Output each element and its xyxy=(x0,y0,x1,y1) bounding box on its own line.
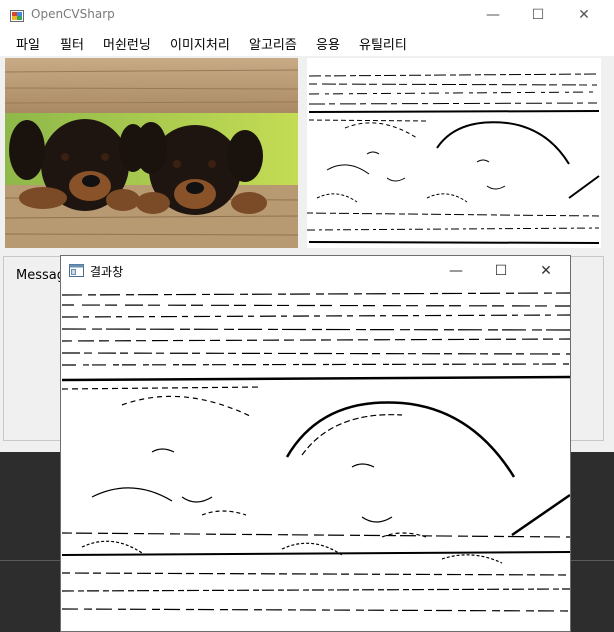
edge-picture xyxy=(307,58,601,248)
edge-detection-icon xyxy=(307,73,600,244)
close-icon: ✕ xyxy=(578,7,590,23)
app-icon xyxy=(10,10,24,22)
window-title: OpenCVSharp xyxy=(31,7,115,21)
menu-machine-learning[interactable]: 머쉰런닝 xyxy=(103,34,151,53)
main-titlebar[interactable]: OpenCVSharp — ☐ ✕ xyxy=(0,0,614,30)
result-window: 결과창 — ☐ ✕ xyxy=(60,255,571,632)
menu-algorithm[interactable]: 알고리즘 xyxy=(249,34,297,53)
result-minimize-button[interactable]: — xyxy=(433,256,479,286)
close-icon: ✕ xyxy=(540,263,552,279)
result-window-icon xyxy=(69,264,84,277)
result-close-button[interactable]: ✕ xyxy=(523,256,569,286)
maximize-icon: ☐ xyxy=(494,263,508,279)
menu-filter[interactable]: 필터 xyxy=(60,34,84,53)
minimize-button[interactable]: — xyxy=(470,0,516,30)
result-image xyxy=(62,287,570,630)
result-maximize-button[interactable]: ☐ xyxy=(478,256,524,286)
menu-file[interactable]: 파일 xyxy=(16,34,40,53)
close-button[interactable]: ✕ xyxy=(561,0,607,30)
menu-application[interactable]: 응용 xyxy=(316,34,340,53)
edge-result-icon xyxy=(62,292,570,612)
maximize-button[interactable]: ☐ xyxy=(515,0,561,30)
menu-utility[interactable]: 유틸리티 xyxy=(359,34,407,53)
result-window-title: 결과창 xyxy=(90,265,124,279)
source-picture xyxy=(5,58,298,248)
maximize-icon: ☐ xyxy=(531,7,545,23)
minimize-icon: — xyxy=(486,7,500,23)
minimize-icon: — xyxy=(449,263,463,279)
result-titlebar[interactable]: 결과창 — ☐ ✕ xyxy=(61,256,570,286)
puppy-photo-icon xyxy=(5,58,298,248)
menu-image-processing[interactable]: 이미지처리 xyxy=(170,34,230,53)
menubar: 파일 필터 머쉰런닝 이미지처리 알고리즘 응용 유틸리티 xyxy=(0,30,614,56)
